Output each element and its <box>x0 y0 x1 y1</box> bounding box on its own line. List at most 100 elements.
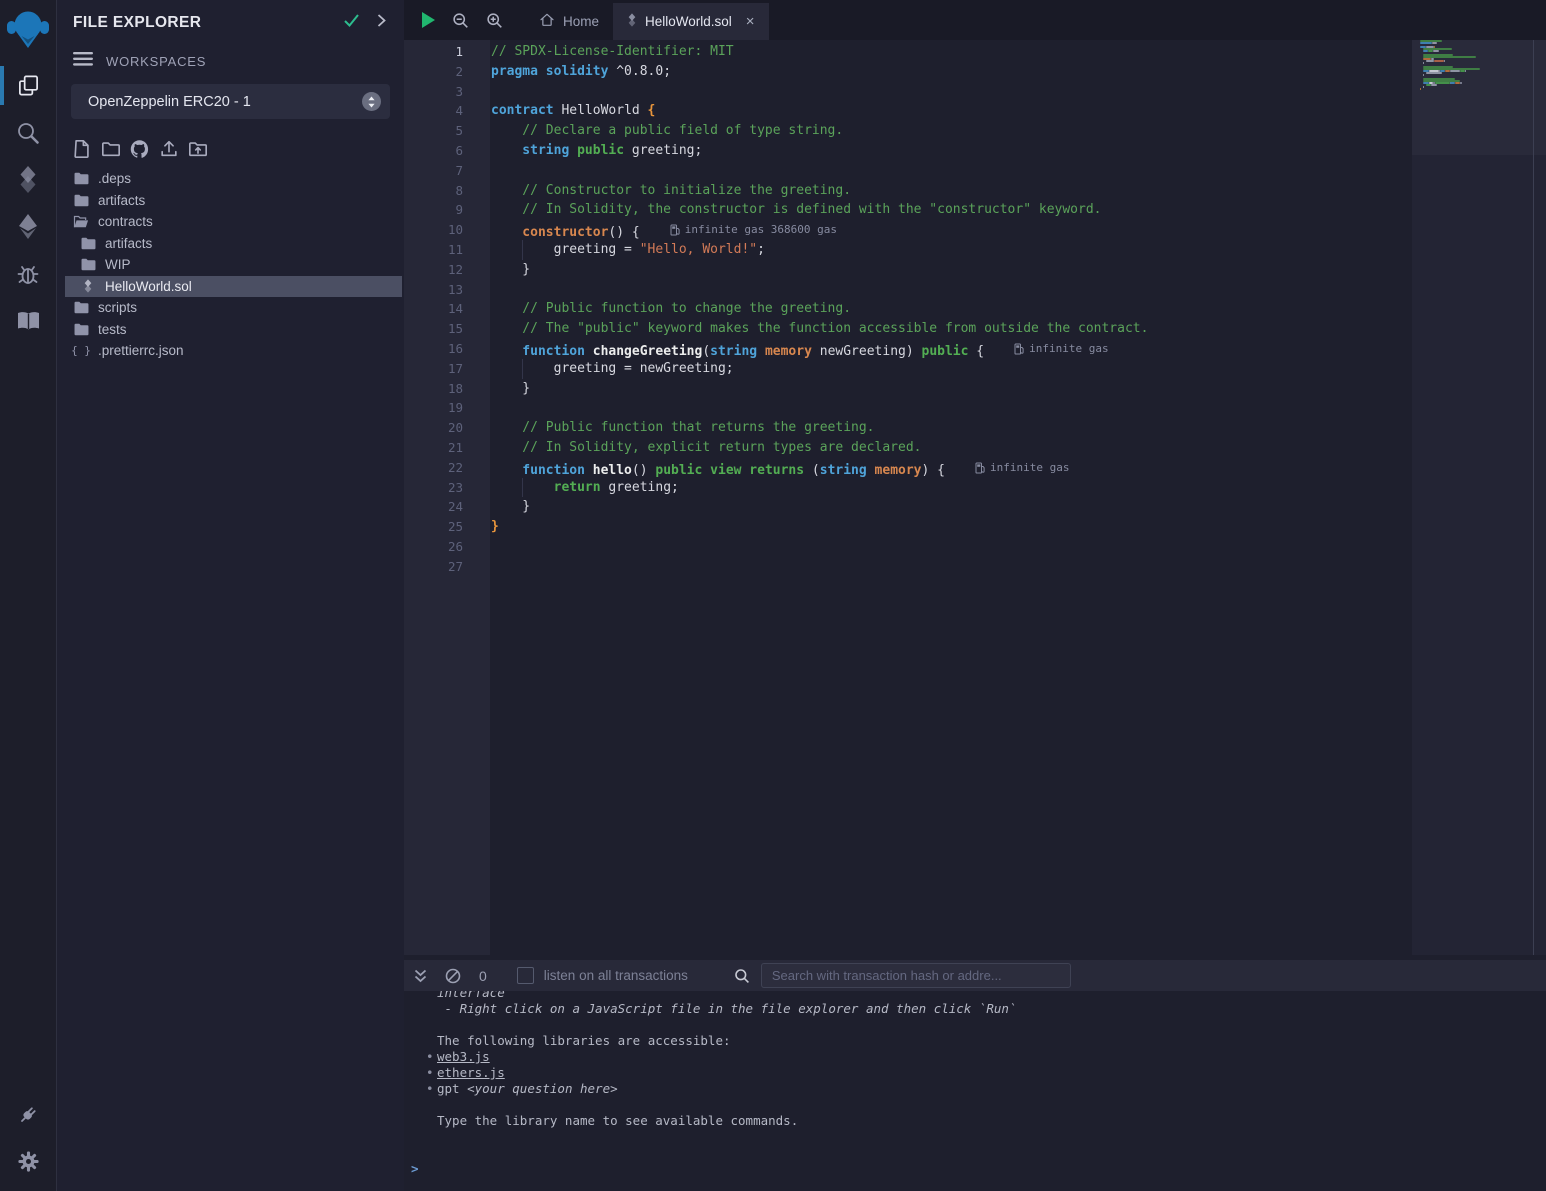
terminal-output[interactable]: interface - Right click on a JavaScript … <box>404 991 1546 1191</box>
run-icon[interactable] <box>422 12 435 28</box>
code-text: // Declare a public field of type string… <box>491 121 843 141</box>
line-number: 26 <box>404 537 490 557</box>
new-file-icon[interactable] <box>71 138 92 159</box>
code-line-25[interactable]: 25} <box>404 517 1412 537</box>
code-text: } <box>491 517 499 537</box>
accept-check-icon[interactable] <box>343 13 360 33</box>
terminal-link[interactable]: web3.js <box>437 1049 490 1064</box>
tree-item-helloworld-sol[interactable]: HelloWorld.sol <box>65 276 402 298</box>
sidebar-icon-search[interactable] <box>0 109 56 156</box>
code-line-15[interactable]: 15 // The "public" keyword makes the fun… <box>404 319 1412 339</box>
tree-item--prettierrc-json[interactable]: { }.prettierrc.json <box>65 340 402 362</box>
code-line-18[interactable]: 18 } <box>404 379 1412 399</box>
sidebar-icon-plugin-manager[interactable] <box>0 1091 56 1138</box>
panel-title: FILE EXPLORER <box>73 14 343 32</box>
line-number: 11 <box>404 240 490 260</box>
remix-ide-app: FILE EXPLORER WORKSPACES OpenZeppelin ER… <box>0 0 1546 1191</box>
code-line-4[interactable]: 4contract HelloWorld { <box>404 101 1412 121</box>
code-line-17[interactable]: 17 greeting = newGreeting; <box>404 359 1412 379</box>
code-text: // Constructor to initialize the greetin… <box>491 181 851 201</box>
code-line-6[interactable]: 6 string public greeting; <box>404 141 1412 161</box>
code-line-2[interactable]: 2pragma solidity ^0.8.0; <box>404 62 1412 82</box>
line-number: 3 <box>404 82 490 102</box>
code-line-13[interactable]: 13 <box>404 280 1412 300</box>
code-line-9[interactable]: 9 // In Solidity, the constructor is def… <box>404 200 1412 220</box>
code-area[interactable]: 1// SPDX-License-Identifier: MIT2pragma … <box>404 42 1412 577</box>
listen-transactions-checkbox[interactable] <box>517 967 534 984</box>
terminal-line: •gpt <your question here> <box>404 1081 1546 1097</box>
minimap[interactable] <box>1412 40 1546 955</box>
workspace-select[interactable]: OpenZeppelin ERC20 - 1 <box>71 84 390 119</box>
code-line-21[interactable]: 21 // In Solidity, explicit return types… <box>404 438 1412 458</box>
close-tab-icon[interactable]: × <box>746 14 755 29</box>
line-number: 7 <box>404 161 490 181</box>
code-line-3[interactable]: 3 <box>404 82 1412 102</box>
tab-helloworld-sol[interactable]: HelloWorld.sol× <box>613 3 769 40</box>
solidity-icon <box>80 279 96 293</box>
code-line-23[interactable]: 23 return greeting; <box>404 478 1412 498</box>
sidebar-icon-file-explorer[interactable] <box>0 62 56 109</box>
line-number: 5 <box>404 121 490 141</box>
hide-panel-chevron-icon[interactable] <box>376 13 387 33</box>
code-line-5[interactable]: 5 // Declare a public field of type stri… <box>404 121 1412 141</box>
workspace-switcher-icon[interactable] <box>362 92 381 111</box>
sidebar-icon-deploy-and-run[interactable] <box>0 203 56 250</box>
code-line-14[interactable]: 14 // Public function to change the gree… <box>404 299 1412 319</box>
upload-folder-icon[interactable] <box>187 138 208 159</box>
code-text: // Public function that returns the gree… <box>491 418 875 438</box>
code-line-7[interactable]: 7 <box>404 161 1412 181</box>
code-line-26[interactable]: 26 <box>404 537 1412 557</box>
tab-home[interactable]: Home <box>525 3 613 40</box>
remix-logo-icon[interactable] <box>6 8 50 50</box>
tree-item-tests[interactable]: tests <box>65 319 402 341</box>
code-line-22[interactable]: 22 function hello() public view returns … <box>404 458 1412 478</box>
workspaces-menu-icon[interactable] <box>73 52 93 71</box>
folder-icon <box>80 258 96 271</box>
sidebar-icon-debugger[interactable] <box>0 250 56 297</box>
upload-file-icon[interactable] <box>158 138 179 159</box>
code-line-8[interactable]: 8 // Constructor to initialize the greet… <box>404 181 1412 201</box>
tree-item-contracts[interactable]: contracts <box>65 211 402 233</box>
code-line-20[interactable]: 20 // Public function that returns the g… <box>404 418 1412 438</box>
code-line-27[interactable]: 27 <box>404 557 1412 577</box>
tree-item-artifacts[interactable]: artifacts <box>65 233 402 255</box>
tree-item-label: tests <box>98 322 127 337</box>
code-text: constructor() {infinite gas 368600 gas <box>491 220 837 240</box>
folder-icon <box>80 237 96 250</box>
code-line-19[interactable]: 19 <box>404 398 1412 418</box>
tree-item-artifacts[interactable]: artifacts <box>65 190 402 212</box>
line-number: 25 <box>404 517 490 537</box>
line-number: 2 <box>404 62 490 82</box>
sidebar-plugin-icons <box>0 62 56 344</box>
code-line-16[interactable]: 16 function changeGreeting(string memory… <box>404 339 1412 359</box>
code-line-24[interactable]: 24 } <box>404 497 1412 517</box>
file-tree: .depsartifactscontractsartifactsWIPHello… <box>57 168 404 362</box>
terminal-prompt: > <box>404 1161 1546 1177</box>
file-toolbar <box>71 138 404 159</box>
code-line-10[interactable]: 10 constructor() {infinite gas 368600 ga… <box>404 220 1412 240</box>
line-number: 23 <box>404 478 490 498</box>
expand-terminal-icon[interactable] <box>413 969 428 983</box>
line-number: 24 <box>404 497 490 517</box>
zoom-out-icon[interactable] <box>452 12 469 29</box>
tree-item-wip[interactable]: WIP <box>65 254 402 276</box>
code-line-12[interactable]: 12 } <box>404 260 1412 280</box>
code-line-11[interactable]: 11 greeting = "Hello, World!"; <box>404 240 1412 260</box>
sidebar-icon-settings[interactable] <box>0 1138 56 1185</box>
code-text: greeting = "Hello, World!"; <box>491 240 765 260</box>
line-number: 17 <box>404 359 490 379</box>
tree-item-scripts[interactable]: scripts <box>65 297 402 319</box>
zoom-in-icon[interactable] <box>486 12 503 29</box>
new-folder-icon[interactable] <box>100 138 121 159</box>
sidebar-icon-solidity-compiler[interactable] <box>0 156 56 203</box>
clear-console-icon[interactable] <box>445 968 461 984</box>
tab-label: Home <box>563 14 599 29</box>
terminal-search-input[interactable] <box>761 963 1071 988</box>
line-number: 22 <box>404 458 490 478</box>
sidebar-icon-learneth[interactable] <box>0 297 56 344</box>
solidity-icon <box>627 13 637 30</box>
code-line-1[interactable]: 1// SPDX-License-Identifier: MIT <box>404 42 1412 62</box>
terminal-link[interactable]: ethers.js <box>437 1065 505 1080</box>
github-icon[interactable] <box>129 138 150 159</box>
tree-item--deps[interactable]: .deps <box>65 168 402 190</box>
